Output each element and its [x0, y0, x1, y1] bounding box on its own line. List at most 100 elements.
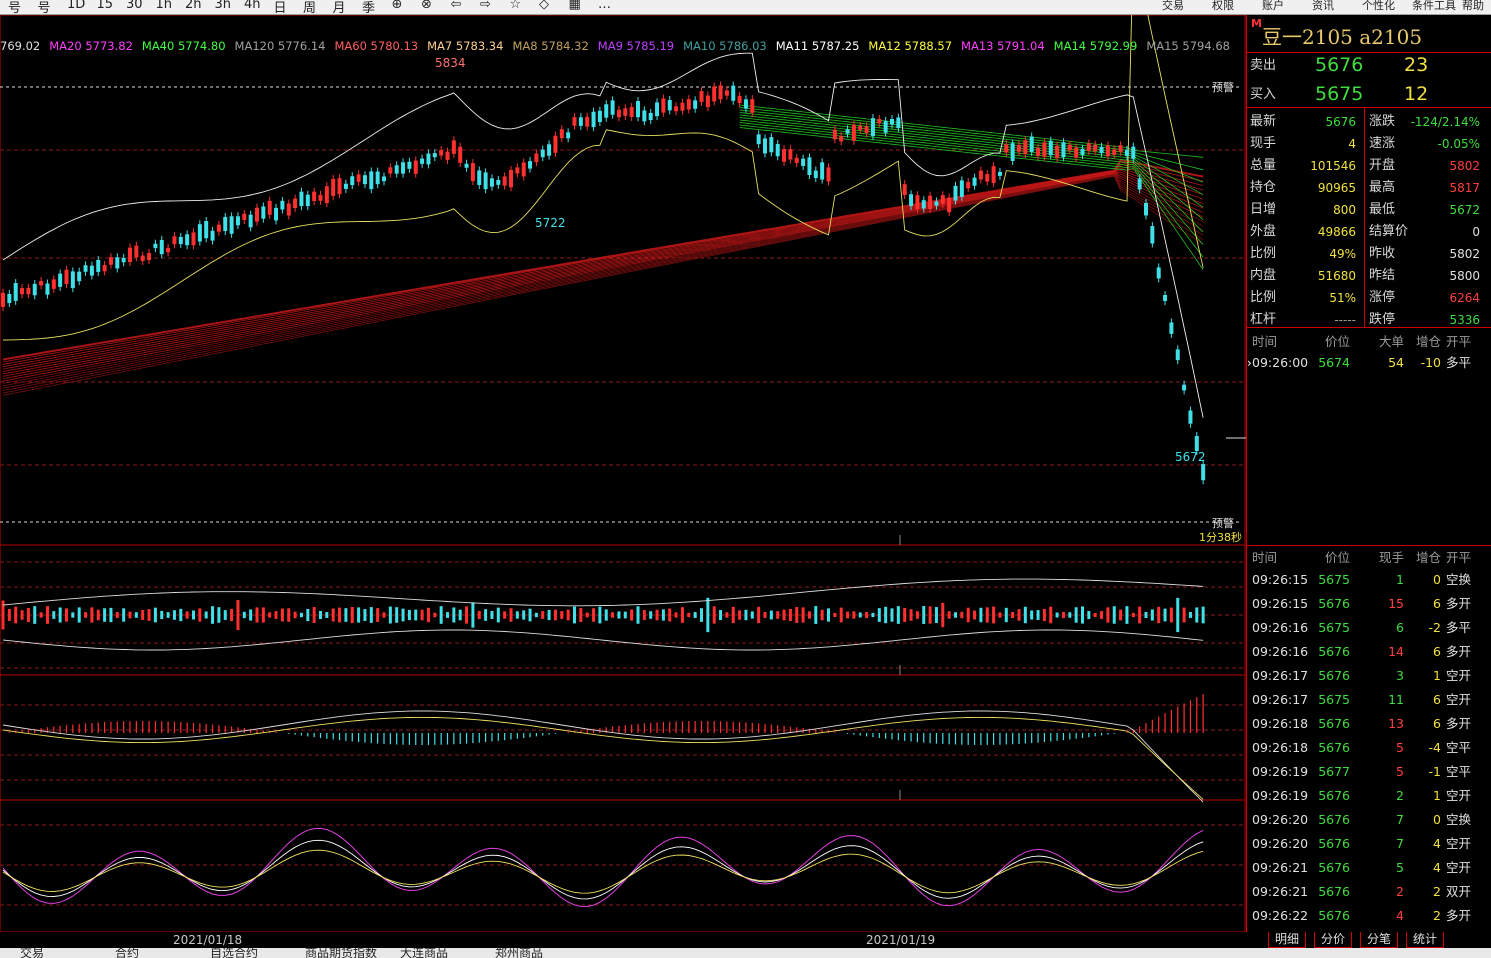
big-order-type: 多平: [1446, 355, 1472, 370]
volume-bar: [33, 606, 37, 624]
candle-body: [1061, 142, 1066, 158]
status-tab-5[interactable]: 郑州商品: [495, 948, 543, 958]
toolbar-btn-1[interactable]: 号: [38, 0, 51, 14]
toolbar-btn-11[interactable]: 月: [333, 0, 346, 14]
toolbar-btn-6[interactable]: 2h: [185, 0, 202, 12]
candle-body: [807, 157, 812, 176]
tick-time: 09:26:21: [1252, 860, 1309, 875]
ma-legend-item: MA14 5792.99: [1053, 39, 1138, 53]
toolbar-menu-1[interactable]: 权限: [1212, 0, 1234, 13]
candle-body: [991, 166, 996, 184]
contract-title[interactable]: 豆一2105 a2105: [1262, 21, 1422, 50]
volume-bar: [782, 609, 786, 621]
toolbar-btn-8[interactable]: 4h: [244, 0, 261, 12]
toolbar-btn-18[interactable]: ◇: [539, 0, 549, 12]
volume-bar: [1106, 607, 1110, 623]
status-tab-0[interactable]: 交易: [20, 948, 44, 958]
candle-body: [966, 181, 971, 189]
volume-bar: [998, 612, 1002, 618]
toolbar-menu-0[interactable]: 交易: [1162, 0, 1184, 13]
candle-body: [616, 109, 621, 118]
tick-type: 空换: [1446, 572, 1472, 587]
ask-price[interactable]: 5676: [1315, 54, 1363, 76]
quote-key: 内盘: [1250, 268, 1277, 283]
toolbar-btn-7[interactable]: 3h: [215, 0, 232, 12]
toolbar-btn-9[interactable]: 日: [274, 0, 287, 14]
status-tab-4[interactable]: 大连商品: [400, 948, 448, 958]
price-chart[interactable]: [0, 15, 1246, 932]
toolbar-btn-20[interactable]: …: [598, 0, 611, 12]
toolbar-btn-17[interactable]: ☆: [510, 0, 522, 12]
candle-body: [1086, 143, 1091, 151]
quote-key: 昨收: [1369, 246, 1396, 261]
toolbar-btn-4[interactable]: 30: [126, 0, 143, 12]
toolbar-btn-13[interactable]: ⊕: [392, 0, 403, 12]
kdj-j: [2, 827, 1204, 908]
candle-body: [210, 230, 215, 241]
quote-key: 涨停: [1369, 290, 1396, 305]
candle-body: [1010, 143, 1015, 161]
kdj-d: [2, 849, 1204, 894]
volume-bar: [280, 608, 284, 622]
candle-body: [947, 197, 952, 213]
quote-value: 49866: [1317, 225, 1356, 239]
status-tab-1[interactable]: 合约: [115, 948, 139, 958]
candle-body: [1118, 145, 1123, 152]
status-tab-2[interactable]: 自选合约: [210, 948, 258, 958]
candle-body: [921, 200, 926, 209]
candle-body: [185, 234, 190, 246]
tick-volume: 7: [1396, 812, 1404, 827]
ma-legend-item: MA7 5783.34: [427, 39, 504, 53]
candle-body: [26, 287, 31, 295]
volume-bar: [77, 607, 81, 623]
status-tab-3[interactable]: 商品期货指数: [305, 948, 377, 958]
volume-bar: [515, 611, 519, 619]
volume-bar: [439, 606, 443, 624]
volume-bar: [20, 610, 24, 620]
toolbar-btn-16[interactable]: ⇨: [480, 0, 491, 12]
candle-body: [204, 221, 209, 239]
candle-body: [420, 158, 425, 164]
tab-price[interactable]: 分价: [1314, 932, 1353, 948]
tab-detail[interactable]: 明细: [1268, 932, 1307, 948]
alert-line-top[interactable]: 预警: [1212, 79, 1234, 95]
tick-volume: 14: [1388, 644, 1404, 659]
toolbar-btn-10[interactable]: 周: [303, 0, 316, 14]
volume-bar: [414, 609, 418, 621]
tab-stats[interactable]: 统计: [1406, 932, 1445, 948]
toolbar-menu-4[interactable]: 个性化: [1362, 0, 1395, 13]
ma-legend-item: MA13 5791.04: [961, 39, 1045, 53]
volume-bar: [1055, 612, 1059, 618]
tick-price: 5676: [1318, 812, 1350, 827]
tick-type: 多开: [1446, 596, 1472, 611]
tick-change: 2: [1433, 884, 1441, 899]
volume-bar: [560, 611, 564, 619]
tab-trade[interactable]: 分笔: [1360, 932, 1399, 948]
tick-change: -4: [1428, 740, 1441, 755]
volume-bar: [1093, 612, 1097, 618]
toolbar-btn-3[interactable]: 15: [97, 0, 114, 12]
tick-volume: 5: [1396, 764, 1404, 779]
toolbar-btn-2[interactable]: 1D: [67, 0, 85, 12]
volume-bar: [668, 608, 672, 622]
toolbar-menu-6[interactable]: 帮助: [1462, 0, 1484, 13]
toolbar-btn-5[interactable]: 1h: [156, 0, 173, 12]
toolbar-btn-12[interactable]: 季: [362, 0, 375, 14]
quote-key: 最高: [1369, 180, 1396, 195]
toolbar-menu-5[interactable]: 条件工具: [1412, 0, 1456, 13]
volume-bar: [712, 606, 716, 624]
toolbar-btn-19[interactable]: ▦: [569, 0, 581, 12]
tick-type: 空开: [1446, 788, 1472, 803]
toolbar-menu-2[interactable]: 账户: [1262, 0, 1284, 13]
quote-key: 比例: [1250, 246, 1277, 261]
candle-body: [661, 98, 666, 113]
bid-price[interactable]: 5675: [1315, 83, 1363, 105]
toolbar-menu-3[interactable]: 资讯: [1312, 0, 1334, 13]
toolbar-btn-0[interactable]: 号: [8, 0, 21, 14]
toolbar-btn-15[interactable]: ⇦: [451, 0, 462, 12]
volume-bar: [319, 610, 322, 620]
chart-pane-3: [0, 799, 1246, 932]
toolbar-btn-14[interactable]: ⊗: [421, 0, 432, 12]
tick-volume: 1: [1396, 572, 1404, 587]
volume-bar: [388, 606, 392, 624]
